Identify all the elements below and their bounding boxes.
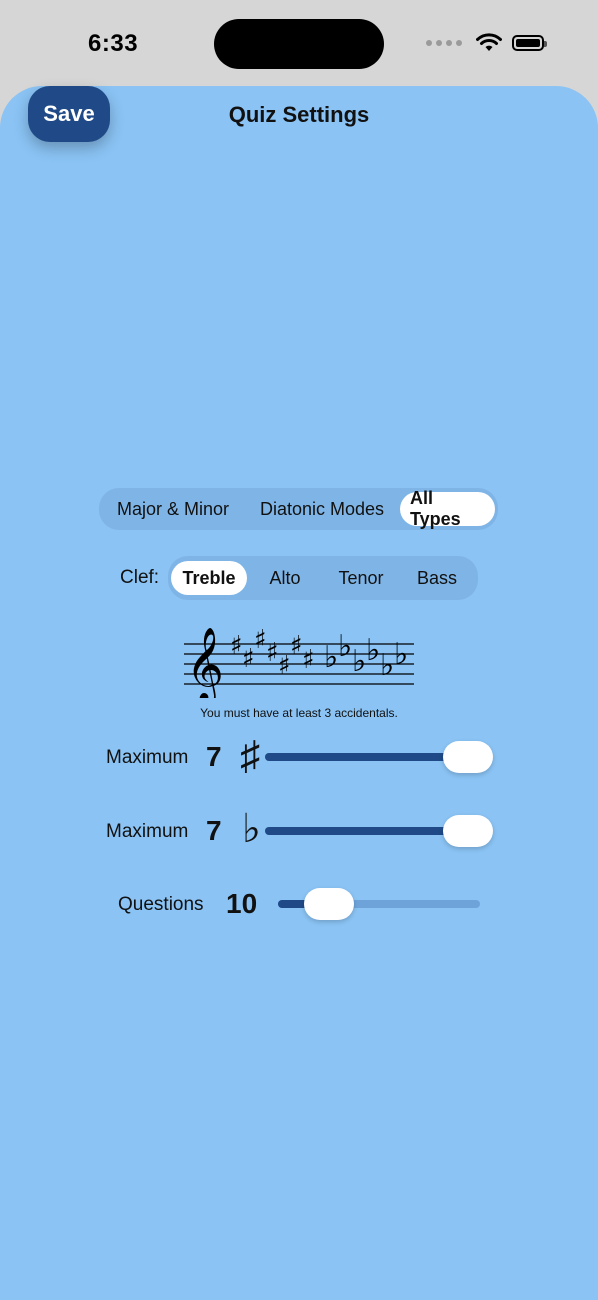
page-title: Quiz Settings	[228, 102, 370, 127]
svg-text:♯: ♯	[302, 645, 315, 675]
slider-fill	[265, 753, 468, 761]
accidentals-note: You must have at least 3 accidentals.	[200, 706, 398, 720]
svg-text:♯: ♯	[290, 631, 303, 661]
segment-bass[interactable]: Bass	[399, 561, 475, 595]
svg-text:♭: ♭	[394, 637, 408, 672]
status-bar: 6:33	[0, 0, 598, 88]
max-flats-label: Maximum	[106, 821, 189, 842]
svg-text:♯: ♯	[278, 651, 291, 681]
questions-label: Questions	[118, 894, 204, 915]
wifi-icon	[476, 33, 502, 51]
segment-alto[interactable]: Alto	[247, 561, 323, 595]
max-sharps-slider[interactable]	[265, 741, 493, 773]
questions-value: 10	[226, 888, 258, 919]
flats-icon: ♭ ♭ ♭ ♭ ♭ ♭ ♭	[324, 629, 408, 683]
status-time: 6:33	[88, 30, 139, 57]
svg-text:♭: ♭	[352, 644, 366, 679]
treble-clef-icon: 𝄞	[186, 628, 224, 698]
segment-all-types[interactable]: All Types	[400, 488, 495, 529]
max-sharps-value: 7	[206, 741, 222, 772]
slider-thumb[interactable]	[443, 815, 493, 847]
questions-slider[interactable]	[278, 888, 480, 920]
clef-label: Clef:	[120, 567, 160, 588]
signal-icon	[426, 40, 462, 46]
sharp-icon: ♯	[240, 734, 260, 778]
battery-icon	[512, 35, 547, 51]
segment-diatonic-modes[interactable]: Diatonic Modes	[244, 492, 400, 526]
max-sharps-label: Maximum	[106, 747, 189, 768]
svg-text:♯: ♯	[230, 631, 243, 661]
settings-sheet: Save Quiz Settings Major & Minor Diatoni…	[0, 86, 598, 1300]
svg-text:♯: ♯	[266, 638, 279, 668]
type-segmented-control: Major & Minor Diatonic Modes All Types	[99, 488, 498, 530]
flat-icon: ♭	[242, 807, 261, 851]
segment-tenor[interactable]: Tenor	[323, 561, 399, 595]
max-flats-value: 7	[206, 815, 222, 846]
svg-text:♯: ♯	[242, 644, 255, 674]
svg-text:♭: ♭	[324, 640, 338, 675]
key-signature-staff: 𝄞 ♯ ♯ ♯ ♯ ♯ ♯ ♯ ♭ ♭ ♭ ♭ ♭ ♭ ♭	[184, 625, 414, 698]
segment-major-minor[interactable]: Major & Minor	[102, 492, 244, 526]
slider-thumb[interactable]	[303, 888, 354, 920]
slider-fill	[265, 827, 468, 835]
segment-treble[interactable]: Treble	[171, 561, 247, 595]
svg-text:♭: ♭	[380, 648, 394, 683]
max-flats-slider[interactable]	[265, 815, 493, 847]
svg-text:♭: ♭	[338, 629, 352, 664]
dynamic-island	[214, 19, 384, 69]
clef-segmented-control: Treble Alto Tenor Bass	[168, 556, 478, 600]
status-icons	[426, 33, 547, 53]
slider-thumb[interactable]	[443, 741, 493, 773]
svg-text:♭: ♭	[366, 633, 380, 668]
sharps-icon: ♯ ♯ ♯ ♯ ♯ ♯ ♯	[230, 625, 315, 681]
svg-text:♯: ♯	[254, 625, 267, 655]
